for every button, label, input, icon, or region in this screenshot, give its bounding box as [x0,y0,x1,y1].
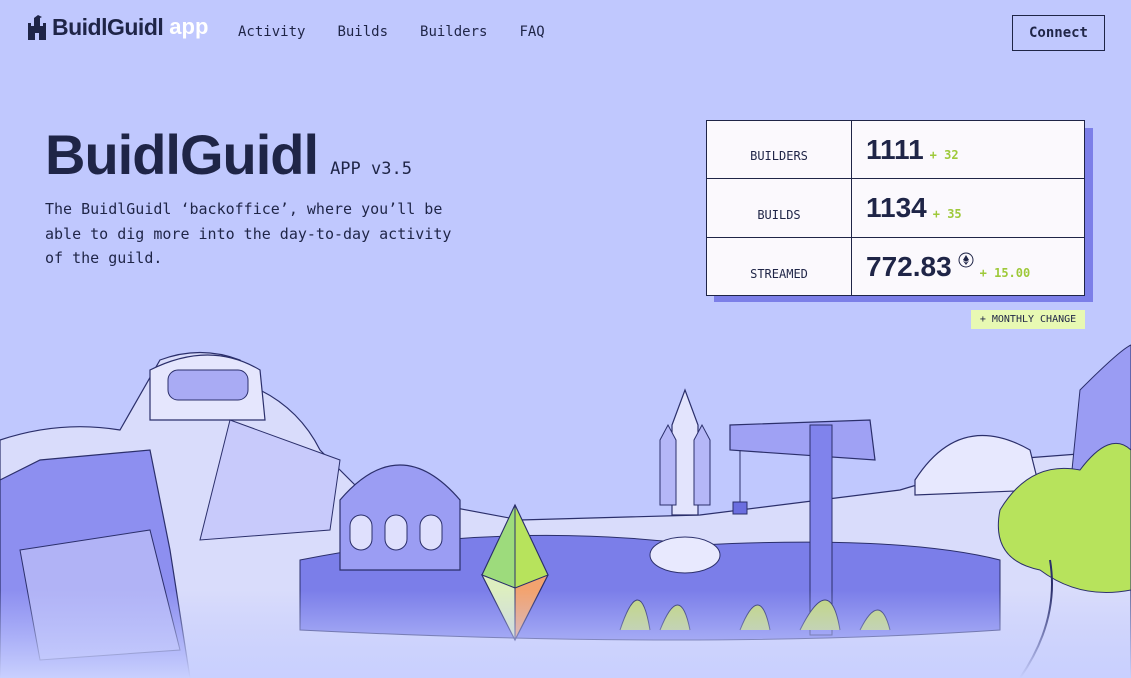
connect-button[interactable]: Connect [1012,15,1105,51]
logo-app-suffix: app [169,14,209,39]
hero-description: The BuidlGuidl ‘backoffice’, where you’l… [45,200,452,267]
top-nav: BuidlGuidl app Activity Builds Builders … [0,0,1131,66]
stat-label: STREAMED [707,237,852,296]
page-title: BuidlGuidl [45,123,319,186]
nav-link-builders[interactable]: Builders [420,24,487,40]
stat-number: 1111 [866,133,924,165]
stat-value-cell: 772.83 + 15.00 [852,238,1084,296]
stat-number: 772.83 [866,250,952,282]
stat-value-cell: 1111 + 32 [852,121,1084,178]
stat-row-builders: BUILDERS 1111 + 32 [707,121,1084,180]
stat-number: 1134 [866,191,927,223]
logo-text: BuidlGuidl [52,13,164,40]
nav-link-faq[interactable]: FAQ [519,24,544,40]
stats-card: BUILDERS 1111 + 32 BUILDS 1134 + 35 STRE… [706,120,1085,296]
stat-label: BUILDS [707,179,852,237]
guild-landscape-illustration [0,344,1131,678]
version-label: APP v3.5 [330,159,412,179]
buidlguidl-logo[interactable]: BuidlGuidl app [26,12,208,42]
monthly-change-badge: + MONTHLY CHANGE [971,310,1085,329]
eth-icon [958,252,974,268]
stat-change: + 32 [929,148,959,163]
stat-row-streamed: STREAMED 772.83 + 15.00 [707,237,1084,296]
hero-heading: BuidlGuidl APP v3.5 [45,122,412,187]
nav-link-activity[interactable]: Activity [238,24,305,40]
nav-links: Activity Builds Builders FAQ [238,24,545,40]
stat-change: + 15.00 [979,265,1031,280]
stat-row-builds: BUILDS 1134 + 35 [707,179,1084,238]
castle-icon [28,15,46,40]
nav-link-builds[interactable]: Builds [337,24,388,40]
stat-change: + 35 [932,206,962,221]
stat-label: BUILDERS [707,121,852,179]
stat-value-cell: 1134 + 35 [852,179,1084,236]
